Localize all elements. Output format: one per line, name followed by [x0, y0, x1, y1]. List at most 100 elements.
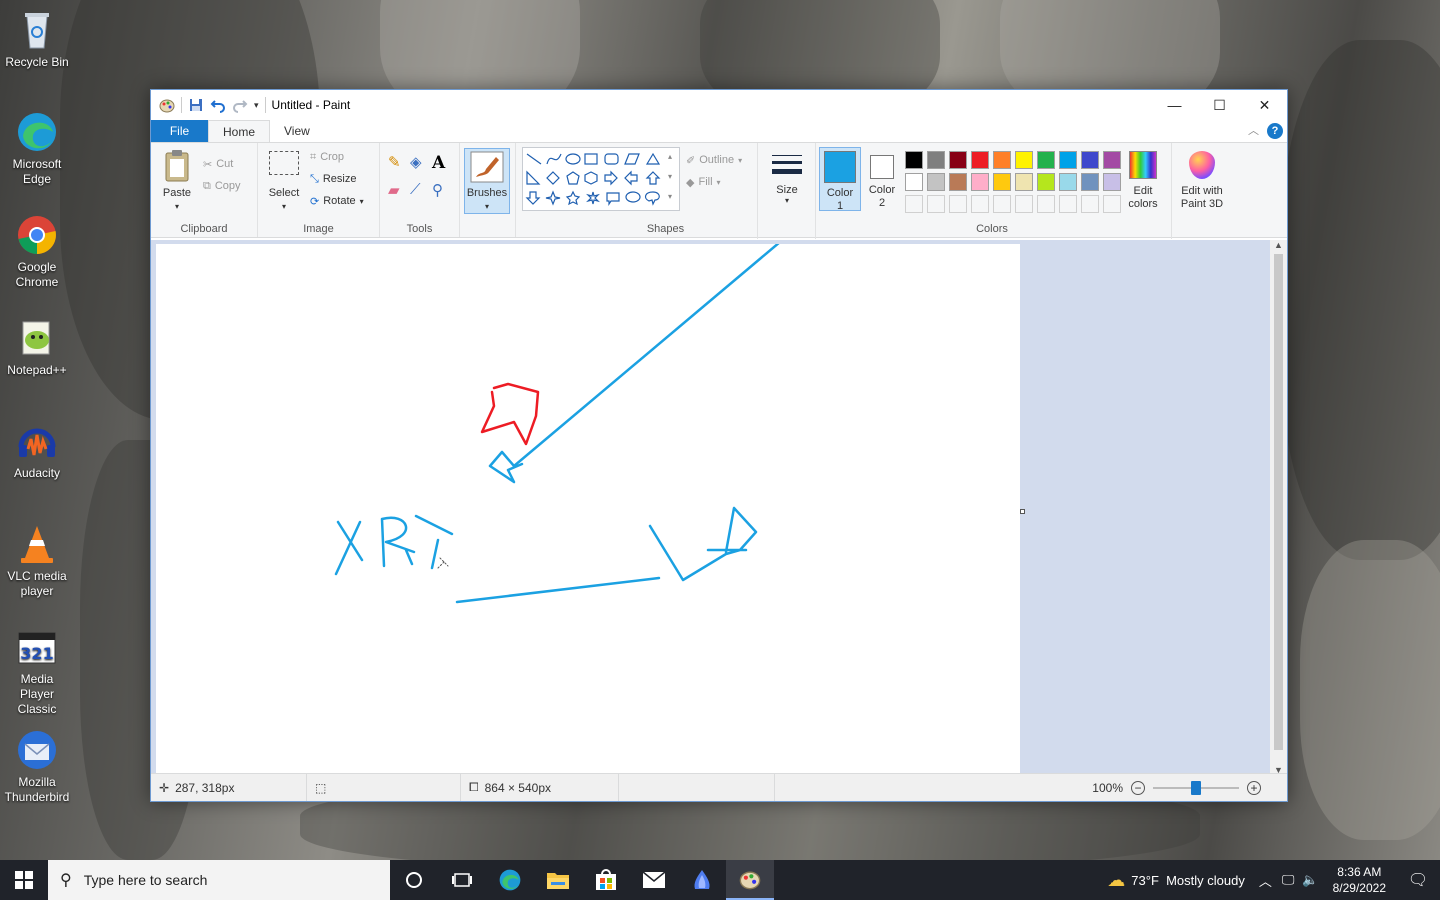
paste-button[interactable]: Paste ▾: [159, 149, 195, 213]
text-icon[interactable]: A: [432, 153, 454, 173]
desktop-icon-thunderbird[interactable]: Mozilla Thunderbird: [2, 728, 72, 805]
vertical-scrollbar[interactable]: ▲ ▼: [1270, 240, 1287, 775]
desktop-icon-audacity[interactable]: Audacity: [2, 419, 72, 481]
tab-view[interactable]: View: [270, 120, 324, 142]
desktop-icon-chrome[interactable]: Google Chrome: [2, 213, 72, 290]
palette-swatch[interactable]: [1059, 173, 1077, 191]
palette-swatch[interactable]: [1103, 151, 1121, 169]
palette-swatch[interactable]: [949, 173, 967, 191]
custom-color-slot[interactable]: [1103, 195, 1121, 213]
network-icon[interactable]: 🖵: [1282, 872, 1295, 888]
palette-swatch[interactable]: [927, 173, 945, 191]
custom-color-slot[interactable]: [927, 195, 945, 213]
palette-swatch[interactable]: [905, 173, 923, 191]
notifications-icon[interactable]: 🗨: [1396, 870, 1440, 890]
tab-home[interactable]: Home: [208, 120, 271, 142]
color1-button[interactable]: Color 1: [819, 147, 861, 212]
desktop-icon-vlc[interactable]: VLC media player: [2, 522, 72, 599]
custom-color-slot[interactable]: [905, 195, 923, 213]
redo-icon[interactable]: [232, 97, 248, 113]
desktop-icon-recycle-bin[interactable]: Recycle Bin: [2, 8, 72, 70]
taskbar-edge-icon[interactable]: [486, 860, 534, 900]
drawing-canvas[interactable]: [156, 240, 1020, 775]
desktop-icon-edge[interactable]: Microsoft Edge: [2, 110, 72, 187]
save-icon[interactable]: [188, 97, 204, 113]
collapse-ribbon-icon[interactable]: ︿: [1248, 122, 1259, 138]
crop-button[interactable]: ⌗ Crop: [310, 146, 364, 168]
close-button[interactable]: ✕: [1242, 90, 1287, 120]
maximize-button[interactable]: ☐: [1197, 90, 1242, 120]
zoom-in-icon[interactable]: +: [1247, 780, 1261, 795]
fill-bucket-icon[interactable]: ◈: [410, 153, 432, 173]
volume-muted-icon[interactable]: 🔈: [1302, 872, 1318, 888]
scroll-up-icon[interactable]: ▲: [1274, 240, 1283, 250]
start-button[interactable]: [0, 860, 48, 900]
weather-text[interactable]: 73°F Mostly cloudy: [1131, 873, 1245, 888]
custom-color-slot[interactable]: [1015, 195, 1033, 213]
custom-color-slot[interactable]: [971, 195, 989, 213]
tab-file[interactable]: File: [151, 120, 208, 142]
zoom-slider[interactable]: [1153, 780, 1239, 795]
custom-color-slot[interactable]: [1081, 195, 1099, 213]
search-box[interactable]: ⚲ Type here to search: [48, 860, 390, 900]
cut-button[interactable]: ✂ Cut: [203, 153, 241, 175]
mail-icon[interactable]: [630, 860, 678, 900]
paint-app-icon[interactable]: [159, 97, 175, 113]
magnifier-icon[interactable]: ⚲: [432, 181, 454, 199]
clock[interactable]: 8:36 AM 8/29/2022: [1333, 864, 1386, 896]
palette-swatch[interactable]: [1081, 173, 1099, 191]
outline-button[interactable]: ✐ Outline ▾: [686, 149, 742, 171]
palette-swatch[interactable]: [993, 173, 1011, 191]
palette-swatch[interactable]: [1059, 151, 1077, 169]
zoom-slider-thumb[interactable]: [1191, 780, 1201, 795]
undo-icon[interactable]: [210, 97, 226, 113]
desktop-icon-notepadpp[interactable]: Notepad++: [2, 316, 72, 378]
custom-color-slot[interactable]: [993, 195, 1011, 213]
show-hidden-icons-icon[interactable]: ︿: [1259, 871, 1272, 890]
palette-swatch[interactable]: [1037, 151, 1055, 169]
custom-color-slot[interactable]: [1037, 195, 1055, 213]
custom-color-slot[interactable]: [949, 195, 967, 213]
resize-button[interactable]: ⤡ Resize: [310, 168, 364, 190]
palette-swatch[interactable]: [905, 151, 923, 169]
canvas-resize-handle[interactable]: [1020, 509, 1025, 514]
palette-swatch[interactable]: [1103, 173, 1121, 191]
minimize-button[interactable]: —: [1152, 90, 1197, 120]
palette-swatch[interactable]: [1015, 173, 1033, 191]
cortana-icon[interactable]: [390, 860, 438, 900]
size-button[interactable]: Size ▾: [767, 151, 807, 205]
rotate-button[interactable]: ⟳ Rotate ▾: [310, 190, 364, 212]
palette-swatch[interactable]: [993, 151, 1011, 169]
brushes-button[interactable]: Brushes ▾: [464, 148, 510, 214]
fill-button[interactable]: ◆ Fill ▾: [686, 171, 742, 193]
file-explorer-icon[interactable]: [534, 860, 582, 900]
palette-swatch[interactable]: [1081, 151, 1099, 169]
scrollbar-thumb[interactable]: [1274, 254, 1283, 750]
palette-swatch[interactable]: [971, 173, 989, 191]
task-view-icon[interactable]: [438, 860, 486, 900]
desktop-icon-mpc[interactable]: 321 Media Player Classic: [2, 625, 72, 717]
palette-swatch[interactable]: [927, 151, 945, 169]
edit-with-paint3d-button[interactable]: Edit with Paint 3D: [1175, 151, 1229, 211]
custom-color-slot[interactable]: [1059, 195, 1077, 213]
app-blue-icon[interactable]: [678, 860, 726, 900]
help-icon[interactable]: ?: [1267, 123, 1283, 139]
pencil-icon[interactable]: ✎: [388, 153, 410, 173]
weather-icon[interactable]: ☁: [1107, 870, 1125, 891]
color2-button[interactable]: Color 2: [863, 147, 901, 211]
shapes-scroll[interactable]: ▴ ▾ ▾: [668, 147, 672, 207]
edit-colors-button[interactable]: Edit colors: [1121, 151, 1165, 211]
palette-swatch[interactable]: [971, 151, 989, 169]
customize-quick-access-icon[interactable]: ▾: [254, 100, 259, 111]
zoom-out-icon[interactable]: −: [1131, 780, 1145, 795]
palette-swatch[interactable]: [1015, 151, 1033, 169]
color-picker-icon[interactable]: ⟋: [410, 181, 432, 199]
taskbar-paint-icon[interactable]: [726, 860, 774, 900]
copy-button[interactable]: ⧉ Copy: [203, 175, 241, 197]
shapes-gallery[interactable]: [522, 147, 680, 211]
select-button[interactable]: Select ▾: [264, 151, 304, 213]
microsoft-store-icon[interactable]: [582, 860, 630, 900]
palette-swatch[interactable]: [949, 151, 967, 169]
eraser-icon[interactable]: ▰: [388, 181, 410, 199]
palette-swatch[interactable]: [1037, 173, 1055, 191]
